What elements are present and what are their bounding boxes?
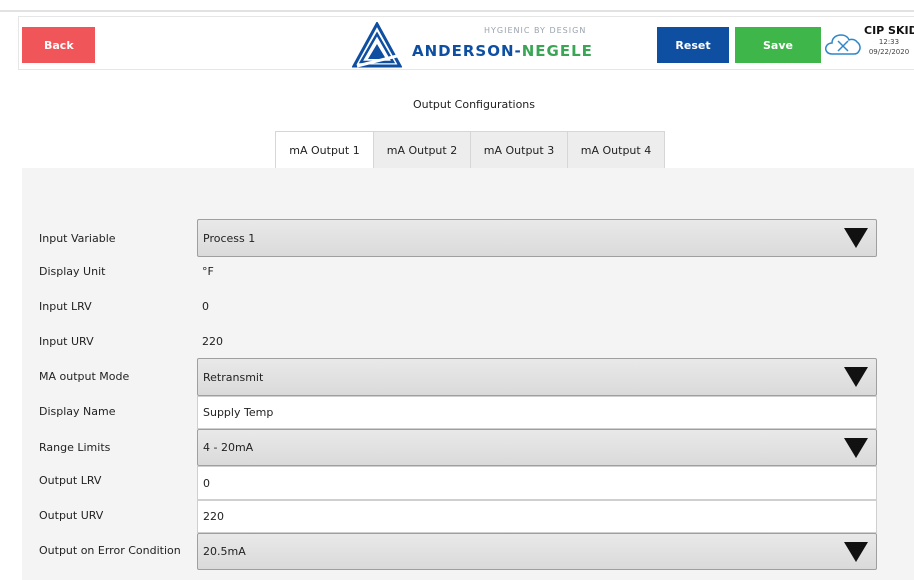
logo-name-part2: NEGELE — [521, 42, 593, 60]
clock-time: 12:33 — [878, 38, 900, 46]
range-limits-value: 4 - 20mA — [203, 441, 254, 454]
logo-tagline: HYGIENIC BY DESIGN — [484, 26, 587, 35]
logo-mark-icon — [352, 22, 402, 68]
input-lrv-row: Input LRV 0 — [22, 300, 914, 320]
ma-output-mode-select[interactable]: Retransmit — [197, 358, 877, 396]
ma-output-mode-value: Retransmit — [203, 370, 264, 384]
input-lrv-label: Input LRV — [39, 300, 92, 313]
dropdown-arrow-icon — [844, 437, 868, 458]
display-unit-row: Display Unit °F — [22, 265, 914, 285]
input-urv-row: Input URV 220 — [22, 335, 914, 355]
output-on-error-row: Output on Error Condition 20.5mA — [22, 533, 914, 570]
range-limits-select[interactable]: 4 - 20mA — [197, 429, 877, 466]
station-name: CIP SKID — [864, 24, 914, 37]
dropdown-arrow-icon — [844, 367, 868, 387]
input-variable-value: Process 1 — [203, 231, 256, 245]
output-tabs: mA Output 1 mA Output 2 mA Output 3 mA O… — [275, 131, 665, 169]
output-lrv-value: 0 — [203, 476, 210, 490]
output-urv-row: Output URV 220 — [22, 500, 914, 533]
output-on-error-value: 20.5mA — [203, 545, 246, 558]
input-urv-value: 220 — [202, 335, 223, 348]
page-title: Output Configurations — [412, 98, 536, 111]
range-limits-label: Range Limits — [39, 441, 111, 454]
display-name-value: Supply Temp — [203, 406, 274, 419]
display-name-label: Display Name — [39, 405, 116, 418]
output-on-error-select[interactable]: 20.5mA — [197, 533, 877, 570]
brand-logo: HYGIENIC BY DESIGN ANDERSON-NEGELE — [352, 22, 602, 68]
display-unit-label: Display Unit — [39, 265, 106, 278]
logo-name: ANDERSON-NEGELE — [412, 42, 593, 60]
tab-ma-output-2[interactable]: mA Output 2 — [373, 131, 471, 169]
input-variable-label: Input Variable — [39, 232, 116, 245]
tab-ma-output-4[interactable]: mA Output 4 — [567, 131, 665, 169]
input-variable-select[interactable]: Process 1 — [197, 219, 877, 257]
input-lrv-value: 0 — [202, 300, 209, 313]
output-urv-value: 220 — [203, 510, 224, 523]
tab-ma-output-1[interactable]: mA Output 1 — [275, 131, 374, 169]
range-limits-row: Range Limits 4 - 20mA — [22, 429, 914, 466]
ma-output-mode-row: MA output Mode Retransmit — [22, 358, 914, 396]
tab-ma-output-3[interactable]: mA Output 3 — [470, 131, 568, 169]
display-unit-value: °F — [202, 265, 214, 278]
display-name-row: Display Name Supply Temp — [22, 396, 914, 429]
ma-output-mode-label: MA output Mode — [39, 370, 130, 383]
cloud-disconnected-icon[interactable] — [824, 30, 862, 58]
output-lrv-input[interactable]: 0 — [197, 466, 877, 500]
top-border — [0, 0, 914, 12]
output-urv-label: Output URV — [39, 509, 104, 522]
output-urv-input[interactable]: 220 — [197, 500, 877, 533]
display-name-input[interactable]: Supply Temp — [197, 396, 877, 429]
dropdown-arrow-icon — [844, 541, 868, 562]
input-variable-row: Input Variable Process 1 — [22, 219, 914, 257]
config-panel: Input Variable Process 1 Display Unit °F… — [22, 168, 914, 580]
station-info: CIP SKID 12:33 09/22/2020 — [864, 24, 914, 57]
logo-name-part1: ANDERSON- — [412, 42, 522, 60]
input-urv-label: Input URV — [39, 335, 94, 348]
save-button[interactable]: Save — [735, 27, 821, 63]
reset-button[interactable]: Reset — [657, 27, 729, 63]
output-lrv-row: Output LRV 0 — [22, 466, 914, 500]
back-button[interactable]: Back — [22, 27, 95, 63]
output-lrv-label: Output LRV — [39, 474, 102, 487]
clock-date: 09/22/2020 — [868, 48, 910, 56]
dropdown-arrow-icon — [844, 228, 868, 248]
output-on-error-label: Output on Error Condition — [39, 544, 181, 557]
